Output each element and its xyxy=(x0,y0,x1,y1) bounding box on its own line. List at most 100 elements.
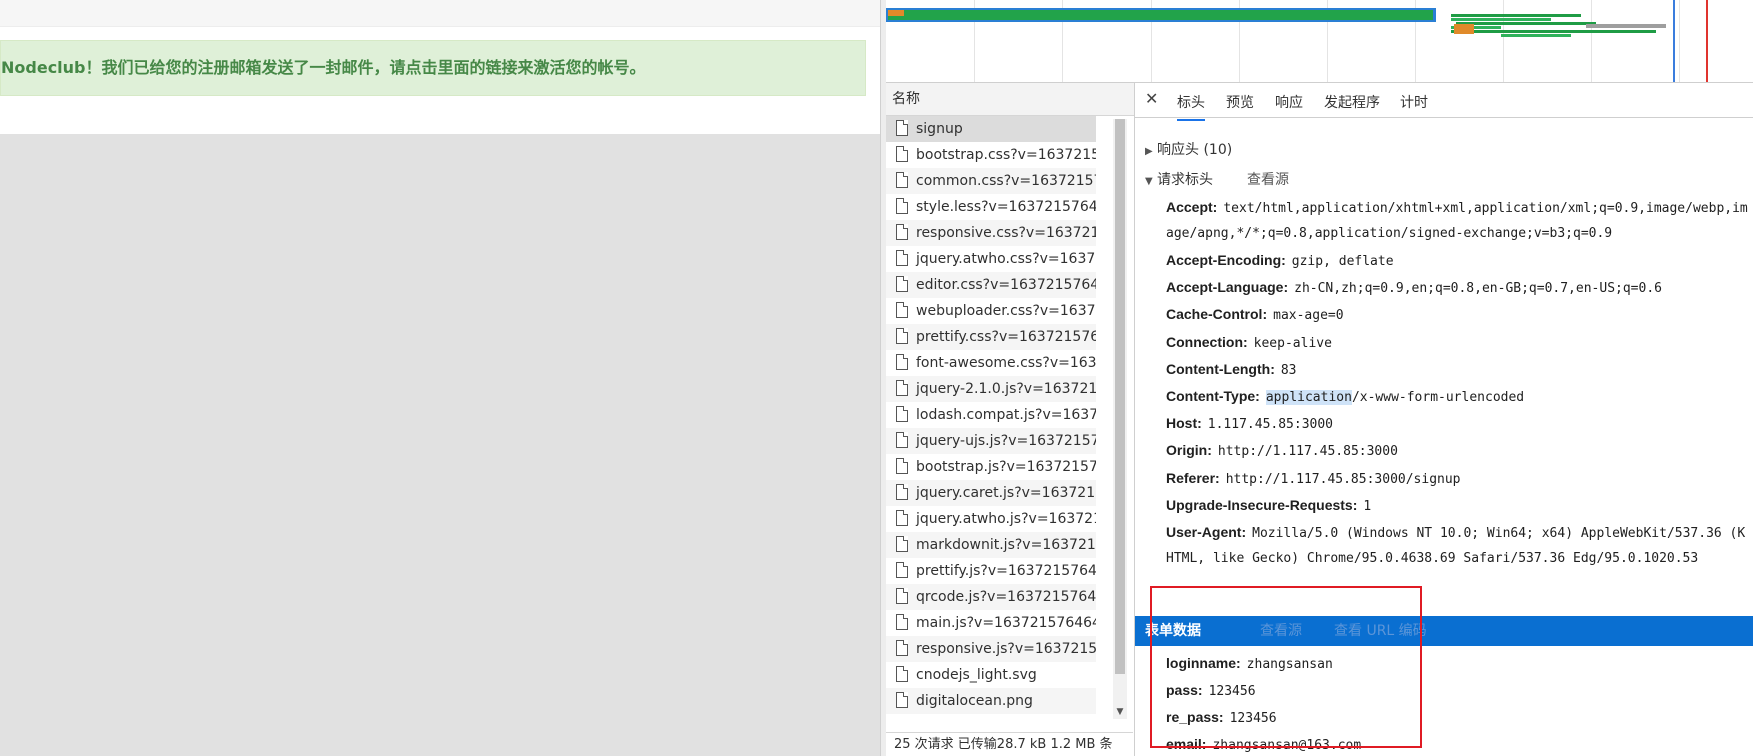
header-value-text: 83 xyxy=(1280,362,1297,378)
request-row[interactable]: bootstrap.css?v=1637215764643 xyxy=(886,142,1096,168)
header-value: text/html,application/xhtml+xml,applicat… xyxy=(1223,201,1747,216)
document-icon xyxy=(896,380,908,396)
form-data-label: 表单数据 xyxy=(1145,623,1201,639)
response-headers-label: 响应头 (10) xyxy=(1157,142,1233,158)
request-header-row: Accept: text/html,application/xhtml+xml,a… xyxy=(1166,195,1748,219)
request-header-row: Content-Length: 83 xyxy=(1166,357,1297,381)
request-row[interactable]: editor.css?v=1637215764643 xyxy=(886,272,1096,298)
header-name: Upgrade-Insecure-Requests: xyxy=(1166,496,1358,513)
document-icon xyxy=(896,328,908,344)
header-value-text: /x-www-form-urlencoded xyxy=(1351,390,1525,405)
request-row[interactable]: font-awesome.css?v=1637215764643 xyxy=(886,350,1096,376)
tab-initiator[interactable]: 发起程序 xyxy=(1324,92,1380,112)
waterfall-gridline xyxy=(1591,0,1592,82)
document-icon xyxy=(896,510,908,526)
request-header-row: Accept-Language: zh-CN,zh;q=0.9,en;q=0.8,… xyxy=(1166,275,1662,299)
request-row[interactable]: jquery.caret.js?v=1637215764643 xyxy=(886,480,1096,506)
header-name: Content-Type: xyxy=(1166,388,1260,404)
header-value-text: Mozilla/5.0 (Windows NT 10.0; Win64; x64… xyxy=(1252,526,1746,541)
request-row[interactable]: qrcode.js?v=1637215764643 xyxy=(886,584,1096,610)
header-value: 1.117.45.85:3000 xyxy=(1208,417,1333,432)
header-value-text: text/html,application/xhtml+xml,applicat… xyxy=(1223,201,1748,216)
request-row[interactable]: cnodejs_light.svg xyxy=(886,662,1096,688)
form-data-section[interactable]: 表单数据 查看源 查看 URL 编码 xyxy=(1135,616,1753,646)
waterfall-bar-green xyxy=(1451,14,1581,17)
request-row[interactable]: common.css?v=1637215764643 xyxy=(886,168,1096,194)
header-value-text: age/apng,*/*;q=0.8,application/signed-ex… xyxy=(1166,226,1613,241)
form-field-name: pass: xyxy=(1166,682,1203,698)
header-value-text: http://1.117.45.85:3000/signup xyxy=(1225,471,1461,487)
scrollbar-thumb[interactable] xyxy=(1115,119,1125,674)
header-name: Host: xyxy=(1166,415,1202,432)
header-name: Accept-Language: xyxy=(1166,279,1289,296)
highlighted-text: application xyxy=(1265,390,1352,405)
header-name: Content-Length: xyxy=(1166,360,1275,377)
request-row[interactable]: jquery-ujs.js?v=1637215764643 xyxy=(886,428,1096,454)
document-icon xyxy=(896,250,908,266)
document-icon xyxy=(896,406,908,422)
document-icon xyxy=(896,276,908,292)
form-view-url-encoded-link[interactable]: 查看 URL 编码 xyxy=(1334,616,1427,646)
request-row[interactable]: prettify.css?v=1637215764643 xyxy=(886,324,1096,350)
request-list-scrollbar[interactable]: ▼ xyxy=(1113,119,1127,719)
waterfall-bar-green xyxy=(1576,30,1656,33)
request-name: bootstrap.css?v=1637215764643 xyxy=(916,147,1096,163)
request-name: main.js?v=1637215764643 xyxy=(916,615,1096,631)
request-details: ✕ 标头 预览 响应 发起程序 计时 ▶ 响应头 (10) ▼ 请求标头 查看源 Ac… xyxy=(1135,83,1753,756)
scroll-down-arrow-icon[interactable]: ▼ xyxy=(1114,705,1126,719)
tab-preview[interactable]: 预览 xyxy=(1226,92,1254,112)
close-icon[interactable]: ✕ xyxy=(1145,89,1158,108)
request-name: jquery.atwho.css?v=1637215764643 xyxy=(916,251,1096,267)
request-row[interactable]: webuploader.css?v=1637215764643 xyxy=(886,298,1096,324)
request-row[interactable]: responsive.css?v=1637215764643 xyxy=(886,220,1096,246)
request-row[interactable]: jquery.atwho.js?v=1637215764643 xyxy=(886,506,1096,532)
request-row[interactable]: jquery-2.1.0.js?v=1637215764643 xyxy=(886,376,1096,402)
header-value: 1 xyxy=(1363,499,1371,514)
request-row[interactable]: digitalocean.png xyxy=(886,688,1096,714)
waterfall-gridline xyxy=(1679,0,1680,82)
tab-timing[interactable]: 计时 xyxy=(1400,92,1428,112)
headers-content: ▶ 响应头 (10) ▼ 请求标头 查看源 Accept: text/html,appl… xyxy=(1135,118,1753,756)
request-row[interactable]: markdownit.js?v=1637215764643 xyxy=(886,532,1096,558)
view-source-link[interactable]: 查看源 xyxy=(1247,172,1289,188)
request-row[interactable]: lodash.compat.js?v=1637215764643 xyxy=(886,402,1096,428)
waterfall-bar-gray xyxy=(1586,24,1666,28)
form-field-name: loginname: xyxy=(1166,655,1241,671)
request-row[interactable]: jquery.atwho.css?v=1637215764643 xyxy=(886,246,1096,272)
tab-headers[interactable]: 标头 xyxy=(1177,92,1205,121)
form-field-value: zhangsansan xyxy=(1246,657,1333,672)
request-name: prettify.css?v=1637215764643 xyxy=(916,329,1096,345)
request-name: webuploader.css?v=1637215764643 xyxy=(916,303,1096,319)
request-name: bootstrap.js?v=1637215764643 xyxy=(916,459,1096,475)
request-header-row: User-Agent: Mozilla/5.0 (Windows NT 10.0;… xyxy=(1166,520,1745,544)
document-icon xyxy=(896,120,908,136)
column-header-name[interactable]: 名称 xyxy=(886,83,1134,116)
waterfall-bar-green xyxy=(888,10,1433,20)
request-name: markdownit.js?v=1637215764643 xyxy=(916,537,1096,553)
request-header-row: Content-Type: application/x-www-form-urle… xyxy=(1166,384,1524,408)
header-name: Origin: xyxy=(1166,442,1212,459)
header-value: age/apng,*/*;q=0.8,application/signed-ex… xyxy=(1166,226,1612,241)
response-headers-section[interactable]: ▶ 响应头 (10) xyxy=(1145,138,1232,162)
form-field-name: email: xyxy=(1166,736,1207,752)
request-row[interactable]: main.js?v=1637215764643 xyxy=(886,610,1096,636)
document-icon xyxy=(896,562,908,578)
request-name: digitalocean.png xyxy=(916,693,1033,709)
form-data-row: pass: 123456 xyxy=(1166,678,1256,702)
request-rows: signup bootstrap.css?v=1637215764643 commo… xyxy=(886,116,1134,714)
request-row[interactable]: bootstrap.js?v=1637215764643 xyxy=(886,454,1096,480)
request-row[interactable]: prettify.js?v=1637215764643 xyxy=(886,558,1096,584)
request-name: responsive.js?v=1637215764643 xyxy=(916,641,1096,657)
request-headers-section[interactable]: ▼ 请求标头 查看源 xyxy=(1145,168,1289,192)
request-row[interactable]: style.less?v=1637215764643 xyxy=(886,194,1096,220)
request-row[interactable]: responsive.js?v=1637215764643 xyxy=(886,636,1096,662)
form-data-row: email: zhangsansan@163.com xyxy=(1166,732,1361,756)
tab-response[interactable]: 响应 xyxy=(1275,92,1303,112)
form-view-source-link[interactable]: 查看源 xyxy=(1260,616,1302,646)
header-value: max-age=0 xyxy=(1273,308,1343,323)
request-row[interactable]: signup xyxy=(886,116,1096,142)
header-name: Cache-Control: xyxy=(1166,306,1268,323)
waterfall-bar-orange xyxy=(1454,24,1474,34)
document-icon xyxy=(896,588,908,604)
document-icon xyxy=(896,640,908,656)
